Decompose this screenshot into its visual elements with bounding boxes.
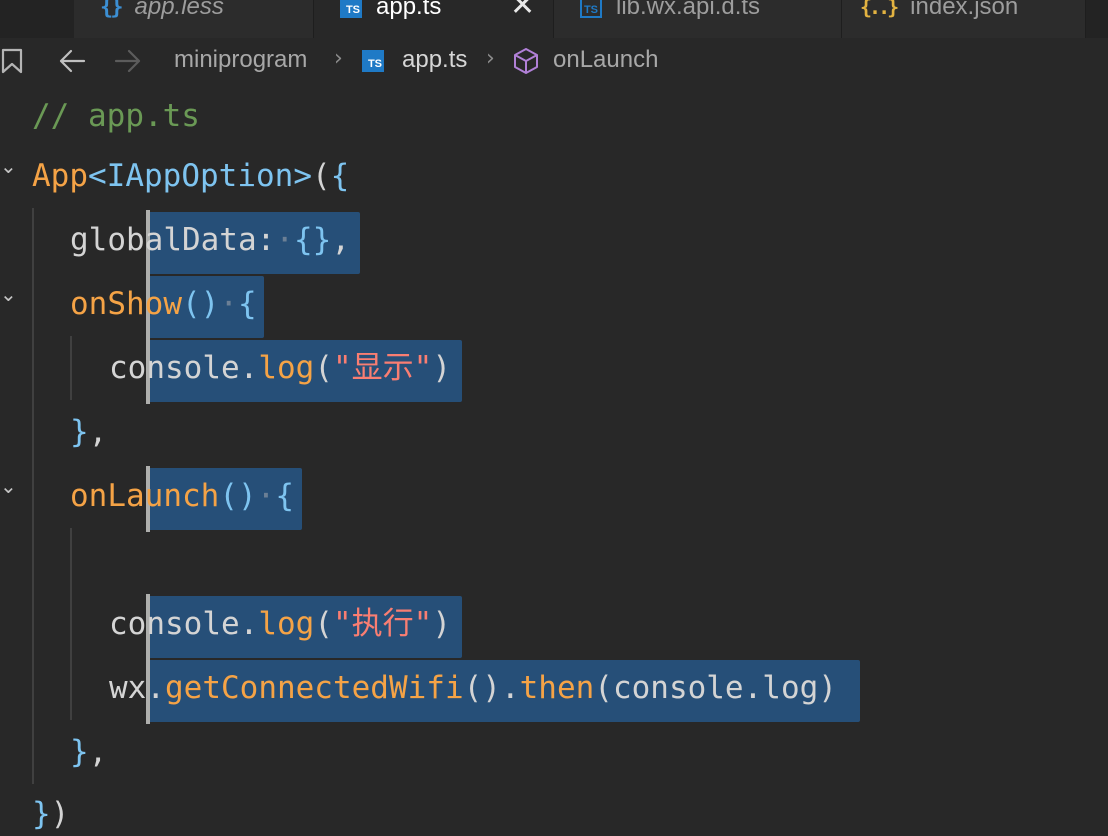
breadcrumb-file[interactable]: app.ts (402, 46, 467, 74)
code-editor[interactable]: ⌄ ⌄ ⌄ // app.ts App<IAppOption>({ global… (0, 84, 1108, 836)
tab-label: app.ts (376, 0, 442, 20)
tab-label: app.less (134, 0, 224, 20)
code-text: onLaunch()·{ (70, 478, 294, 514)
code-line: onShow()·{ (0, 272, 1108, 336)
code-line: App<IAppOption>({ (0, 144, 1108, 208)
tab-app-less[interactable]: {} app.less (74, 0, 314, 38)
code-text: onShow()·{ (70, 286, 257, 322)
back-arrow-icon[interactable] (58, 48, 86, 74)
tab-label: lib.wx.api.d.ts (616, 0, 761, 20)
code-line: }, (0, 400, 1108, 464)
breadcrumb-separator: › (486, 46, 495, 71)
code-text: wx.getConnectedWifi().then(console.log) (109, 670, 837, 706)
code-line: onLaunch()·{ (0, 464, 1108, 528)
code-text: globalData:·{}, (70, 222, 350, 258)
tab-label: index.json (910, 0, 1019, 20)
code-text: }, (70, 734, 108, 770)
code-text: console.log("执行") (109, 606, 452, 642)
code-line: }, (0, 720, 1108, 784)
code-text: }) (32, 796, 70, 832)
code-line: console.log("执行") (0, 592, 1108, 656)
forward-arrow-icon[interactable] (114, 48, 142, 74)
less-file-icon: {} (100, 0, 123, 20)
breadcrumb-separator: › (334, 46, 343, 71)
code-line: console.log("显示") (0, 336, 1108, 400)
code-line: wx.getConnectedWifi().then(console.log) (0, 656, 1108, 720)
tab-app-ts[interactable]: TS app.ts ✕ (314, 0, 554, 38)
comment: // app.ts (32, 98, 200, 134)
json-file-icon: {..} (860, 0, 899, 19)
ts-declaration-file-icon: TS (580, 0, 602, 18)
method-cube-icon (514, 48, 538, 74)
bookmark-icon[interactable] (0, 48, 24, 74)
code-line: }) (0, 782, 1108, 836)
code-text: App<IAppOption>({ (32, 158, 350, 194)
code-line: // app.ts (0, 84, 1108, 148)
tab-index-json[interactable]: {..} index.json (842, 0, 1086, 38)
code-line: globalData:·{}, (0, 208, 1108, 272)
breadcrumb: miniprogram › TS app.ts › onLaunch (0, 38, 1108, 84)
ts-file-icon: TS (340, 0, 362, 18)
editor-tab-bar: {} app.less TS app.ts ✕ TS lib.wx.api.d.… (0, 0, 1108, 38)
code-text: }, (70, 414, 108, 450)
breadcrumb-folder[interactable]: miniprogram (174, 46, 307, 74)
ts-file-icon: TS (362, 50, 384, 72)
breadcrumb-symbol[interactable]: onLaunch (553, 46, 658, 74)
close-tab-icon[interactable]: ✕ (510, 0, 535, 21)
tab-lib-wx-api[interactable]: TS lib.wx.api.d.ts (554, 0, 842, 38)
code-text: console.log("显示") (109, 350, 452, 386)
